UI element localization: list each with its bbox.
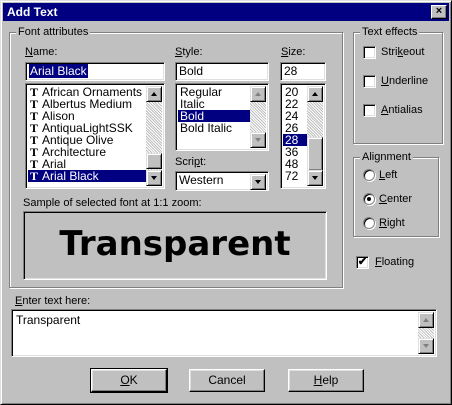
enter-text-textarea[interactable]: Transparent [11, 309, 437, 357]
style-list-scrollbar[interactable] [250, 86, 266, 148]
alignment-radio[interactable] [363, 193, 375, 205]
text-effect-checkbox[interactable] [363, 46, 376, 59]
arrow-up-icon [151, 92, 157, 96]
font-list-item-label: Arial Black [42, 169, 99, 183]
name-label: Name: [25, 46, 58, 58]
alignment-radio[interactable] [363, 217, 375, 229]
scroll-down-button[interactable] [418, 338, 434, 354]
close-button[interactable]: × [431, 5, 447, 19]
alignment-label: Alignment [360, 151, 413, 163]
dialog-title: Add Text [7, 5, 58, 19]
text-effect-label[interactable]: Strikeout [381, 46, 424, 59]
size-list-scrollbar[interactable] [307, 86, 323, 186]
font-name-items: TAfrican Ornaments OneTAlbertus MediumTA… [28, 86, 146, 186]
arrow-up-icon [255, 92, 261, 96]
font-list-scrollbar[interactable] [146, 86, 162, 186]
alignment-radio[interactable] [363, 169, 375, 181]
style-list[interactable]: Regular Italic Bold Bold Italic [175, 83, 269, 151]
scroll-up-button[interactable] [307, 86, 323, 102]
ok-button[interactable]: OK [90, 368, 168, 393]
font-attributes-label: Font attributes [16, 26, 91, 38]
arrow-down-icon [312, 176, 318, 180]
text-effects-label: Text effects [360, 26, 420, 38]
truetype-icon: T [30, 169, 39, 183]
radio-dot-icon [367, 197, 371, 201]
arrow-down-icon [151, 176, 157, 180]
text-effect-checkbox[interactable] [363, 75, 376, 88]
size-list[interactable]: 20 22 24 26 28 36 48 72 [280, 83, 326, 189]
size-label: Size: [281, 46, 306, 58]
scroll-thumb[interactable] [146, 153, 162, 169]
enter-text-label: Enter text here: [15, 295, 91, 307]
sample-label: Sample of selected font at 1:1 zoom: [23, 197, 202, 209]
size-list-item[interactable]: 72 [283, 170, 307, 182]
arrow-up-icon [312, 92, 318, 96]
checkmark-icon: ✔ [357, 256, 368, 268]
alignment-radio-label[interactable]: Right [379, 217, 405, 230]
scroll-down-button[interactable] [250, 132, 266, 148]
chevron-down-icon [255, 180, 261, 184]
enter-text-value: Transparent [16, 313, 81, 327]
arrow-up-icon [423, 318, 429, 322]
add-text-dialog: Add Text × Font attributes Name: Arial B… [0, 0, 452, 405]
close-icon: × [435, 5, 443, 17]
size-items: 20 22 24 26 28 36 48 72 [283, 86, 307, 186]
scroll-up-button[interactable] [146, 86, 162, 102]
text-effect-label[interactable]: Antialias [381, 104, 423, 117]
cancel-button[interactable]: Cancel [189, 369, 265, 392]
floating-checkbox[interactable]: ✔ [356, 256, 369, 269]
title-bar[interactable]: Add Text × [3, 3, 449, 21]
script-label: Script: [175, 156, 207, 168]
style-input[interactable]: Bold [175, 62, 269, 81]
scroll-up-button[interactable] [250, 86, 266, 102]
scroll-up-button[interactable] [418, 312, 434, 328]
font-name-input[interactable]: Arial Black [25, 62, 165, 81]
style-list-item[interactable]: Bold Italic [178, 122, 250, 134]
alignment-radio-label[interactable]: Left [379, 169, 397, 182]
floating-label[interactable]: Floating [375, 256, 414, 269]
help-button[interactable]: Help [288, 369, 364, 392]
arrow-down-icon [423, 344, 429, 348]
font-list-item[interactable]: T Arial Black [28, 170, 146, 182]
sample-text: Transparent [59, 224, 291, 264]
style-label: Style: [175, 46, 203, 58]
scroll-thumb[interactable] [307, 137, 323, 171]
size-input[interactable]: 28 [280, 62, 326, 81]
scroll-down-button[interactable] [307, 170, 323, 186]
textarea-scrollbar[interactable] [418, 312, 434, 354]
alignment-radio-label[interactable]: Center [379, 193, 412, 206]
script-dropdown-button[interactable] [250, 174, 266, 190]
script-dropdown[interactable]: Western [175, 171, 269, 191]
text-effect-label[interactable]: Underline [381, 75, 428, 88]
style-items: Regular Italic Bold Bold Italic [178, 86, 250, 148]
text-effect-checkbox[interactable] [363, 104, 376, 117]
font-sample-preview: Transparent [23, 211, 327, 280]
font-name-list[interactable]: TAfrican Ornaments OneTAlbertus MediumTA… [25, 83, 165, 189]
arrow-down-icon [255, 138, 261, 142]
scroll-down-button[interactable] [146, 170, 162, 186]
